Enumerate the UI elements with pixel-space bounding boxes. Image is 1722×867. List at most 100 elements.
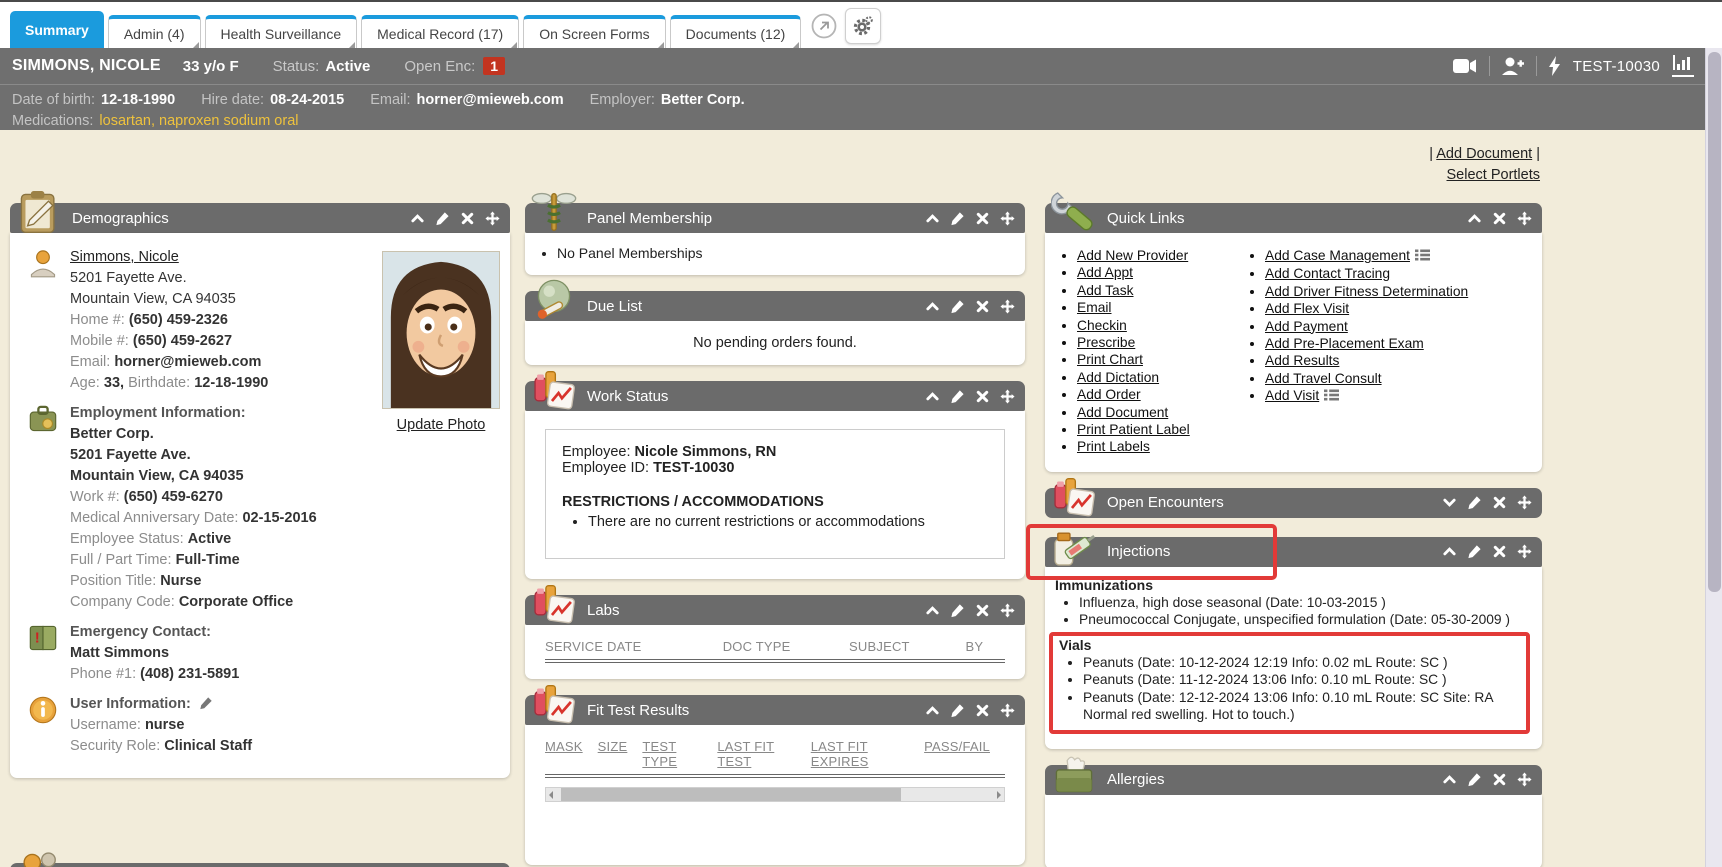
collapse-icon[interactable] — [925, 389, 940, 404]
user-info-section: User Information: Username: nurseSecurit… — [26, 694, 496, 757]
tab-summary[interactable]: Summary — [10, 11, 104, 48]
move-icon[interactable] — [485, 211, 500, 226]
move-icon[interactable] — [1517, 544, 1532, 559]
move-icon[interactable] — [1000, 703, 1015, 718]
edit-icon[interactable] — [950, 299, 965, 314]
edit-icon[interactable] — [1467, 495, 1482, 510]
close-icon[interactable] — [1492, 495, 1507, 510]
quick-link[interactable]: Print Chart — [1077, 352, 1143, 367]
move-icon[interactable] — [1000, 299, 1015, 314]
collapse-icon[interactable] — [410, 211, 425, 226]
quick-link[interactable]: Add Contact Tracing — [1265, 266, 1390, 281]
edit-icon[interactable] — [950, 603, 965, 618]
move-icon[interactable] — [1517, 211, 1532, 226]
bar-chart-icon[interactable] — [1672, 55, 1694, 77]
quick-link[interactable]: Add Payment — [1265, 319, 1348, 334]
fit-test-column-link[interactable]: SIZE — [598, 739, 628, 769]
quick-link[interactable]: Add Document — [1077, 405, 1168, 420]
add-document-link[interactable]: Add Document — [1436, 146, 1532, 162]
close-icon[interactable] — [460, 211, 475, 226]
divider — [1489, 56, 1490, 76]
video-camera-icon[interactable] — [1453, 58, 1477, 74]
edit-user-icon[interactable] — [199, 696, 213, 710]
move-icon[interactable] — [1517, 772, 1532, 787]
quick-link[interactable]: Add Appt — [1077, 265, 1133, 280]
patient-name-link[interactable]: Simmons, Nicole — [70, 249, 179, 265]
quick-link[interactable]: Add Results — [1265, 353, 1339, 368]
medication-link-naproxen[interactable]: naproxen sodium oral — [159, 113, 298, 129]
close-icon[interactable] — [1492, 544, 1507, 559]
move-icon[interactable] — [1000, 389, 1015, 404]
collapse-icon[interactable] — [925, 299, 940, 314]
page-scrollbar[interactable] — [1705, 48, 1722, 867]
tab-admin[interactable]: Admin (4) — [108, 15, 201, 48]
quick-link[interactable]: Add Flex Visit — [1265, 301, 1349, 316]
edit-icon[interactable] — [950, 211, 965, 226]
close-icon[interactable] — [975, 603, 990, 618]
edit-icon[interactable] — [950, 703, 965, 718]
quick-link[interactable]: Checkin — [1077, 318, 1127, 333]
labs-column-header: SERVICE DATE — [545, 639, 723, 654]
collapse-icon[interactable] — [1467, 211, 1482, 226]
scroll-right-arrow[interactable] — [997, 791, 1001, 799]
collapse-icon[interactable] — [1442, 544, 1457, 559]
move-icon[interactable] — [1517, 495, 1532, 510]
quick-link[interactable]: Add Travel Consult — [1265, 371, 1382, 386]
cutoff-portlet-header[interactable] — [10, 863, 510, 867]
horizontal-scrollbar[interactable] — [545, 787, 1005, 802]
open-enc-badge[interactable]: 1 — [483, 57, 505, 75]
close-icon[interactable] — [1492, 211, 1507, 226]
collapse-icon[interactable] — [1442, 772, 1457, 787]
fit-test-column-link[interactable]: MASK — [545, 739, 583, 769]
close-icon[interactable] — [1492, 772, 1507, 787]
list-menu-icon[interactable] — [1324, 388, 1339, 405]
edit-icon[interactable] — [950, 389, 965, 404]
quick-link[interactable]: Print Labels — [1077, 439, 1150, 454]
scroll-left-arrow[interactable] — [549, 791, 553, 799]
quick-link-item: Print Labels — [1077, 438, 1245, 455]
medication-link-losartan[interactable]: losartan — [99, 113, 151, 129]
edit-icon[interactable] — [435, 211, 450, 226]
gear-icon[interactable] — [845, 8, 881, 44]
edit-icon[interactable] — [1467, 544, 1482, 559]
close-icon[interactable] — [975, 299, 990, 314]
quick-link[interactable]: Add Order — [1077, 387, 1141, 402]
select-portlets-link[interactable]: Select Portlets — [1447, 167, 1541, 183]
quick-link[interactable]: Add Case Management — [1265, 248, 1410, 263]
expand-icon[interactable] — [1442, 495, 1457, 510]
quick-link[interactable]: Add Task — [1077, 283, 1134, 298]
quick-link[interactable]: Add New Provider — [1077, 248, 1188, 263]
quick-link[interactable]: Add Visit — [1265, 388, 1319, 403]
fit-test-column-link[interactable]: PASS/FAIL — [924, 739, 990, 769]
quick-link[interactable]: Print Patient Label — [1077, 422, 1190, 437]
fit-test-column-link[interactable]: LAST FIT EXPIRES — [811, 739, 909, 769]
edit-icon[interactable] — [1467, 772, 1482, 787]
portlet-title: Demographics — [72, 210, 169, 227]
collapse-icon[interactable] — [925, 211, 940, 226]
scrollbar-thumb[interactable] — [561, 788, 901, 801]
quick-link[interactable]: Email — [1077, 300, 1112, 315]
collapse-icon[interactable] — [925, 703, 940, 718]
close-icon[interactable] — [975, 389, 990, 404]
tab-documents[interactable]: Documents (12) — [670, 15, 802, 48]
move-icon[interactable] — [1000, 211, 1015, 226]
popout-icon[interactable] — [811, 13, 837, 39]
fit-test-column-link[interactable]: LAST FIT TEST — [717, 739, 795, 769]
quick-link[interactable]: Add Pre-Placement Exam — [1265, 336, 1424, 351]
quick-link[interactable]: Prescribe — [1077, 335, 1135, 350]
list-menu-icon[interactable] — [1415, 248, 1430, 265]
quick-link[interactable]: Add Dictation — [1077, 370, 1159, 385]
tab-on-screen-forms[interactable]: On Screen Forms — [523, 15, 665, 48]
lightning-bolt-icon[interactable] — [1549, 56, 1561, 76]
person-add-icon[interactable] — [1502, 57, 1524, 75]
tab-health-surveillance[interactable]: Health Surveillance — [205, 15, 358, 48]
quick-link[interactable]: Add Driver Fitness Determination — [1265, 284, 1468, 299]
fit-test-column-link[interactable]: TEST TYPE — [642, 739, 702, 769]
move-icon[interactable] — [1000, 603, 1015, 618]
close-icon[interactable] — [975, 211, 990, 226]
collapse-icon[interactable] — [925, 603, 940, 618]
quick-link-item: Add Appt — [1077, 264, 1245, 281]
page-scrollbar-thumb[interactable] — [1708, 52, 1721, 592]
tab-medical-record[interactable]: Medical Record (17) — [361, 15, 519, 48]
close-icon[interactable] — [975, 703, 990, 718]
